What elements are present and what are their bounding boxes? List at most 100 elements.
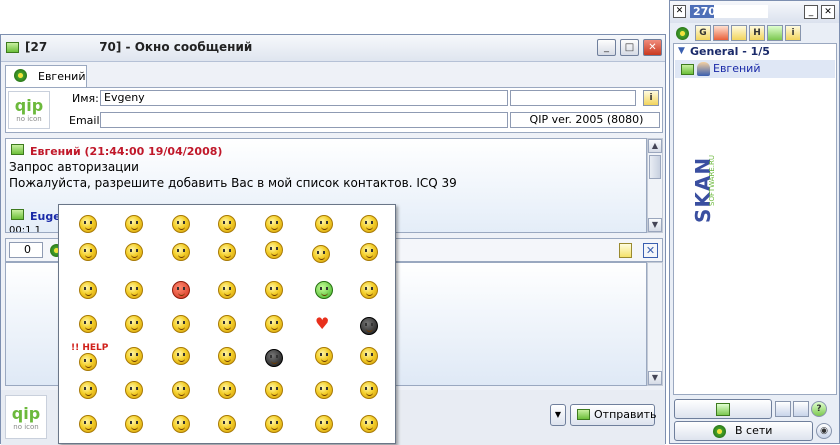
bomb-icon[interactable] bbox=[360, 317, 378, 335]
name-field[interactable]: Evgeny bbox=[100, 90, 508, 106]
smiley-icon[interactable] bbox=[265, 315, 283, 333]
smiley-icon[interactable] bbox=[79, 281, 97, 299]
smiley-icon[interactable] bbox=[125, 281, 143, 299]
devil-smiley-icon[interactable] bbox=[172, 281, 190, 299]
help-smiley-icon[interactable] bbox=[79, 353, 97, 371]
scroll-down-button[interactable]: ▼ bbox=[648, 218, 662, 232]
qip-logo: qip no icon bbox=[5, 395, 47, 439]
smiley-icon[interactable] bbox=[172, 381, 190, 399]
smiley-icon[interactable] bbox=[265, 215, 283, 233]
smiley-icon[interactable] bbox=[172, 215, 190, 233]
search-icon[interactable] bbox=[775, 401, 791, 417]
contact-status-icon bbox=[681, 64, 694, 75]
smiley-icon[interactable] bbox=[125, 315, 143, 333]
new-note-icon[interactable] bbox=[619, 243, 632, 258]
smiley-icon[interactable] bbox=[360, 347, 378, 365]
sick-smiley-icon[interactable] bbox=[315, 281, 333, 299]
headphones-smiley-icon[interactable] bbox=[218, 281, 236, 299]
tab-label: Евгений bbox=[38, 70, 86, 83]
eye-icon[interactable]: ◉ bbox=[816, 423, 832, 439]
info-icon[interactable]: i bbox=[643, 90, 659, 106]
message-icon bbox=[11, 144, 24, 155]
users-icon[interactable] bbox=[731, 25, 747, 41]
smiley-icon[interactable] bbox=[265, 415, 283, 433]
online-status-icon bbox=[14, 69, 27, 82]
main-menu-icon bbox=[716, 403, 730, 416]
smiley-icon[interactable] bbox=[172, 415, 190, 433]
heart-icon[interactable]: ♥ bbox=[315, 316, 329, 332]
smiley-picker[interactable]: ♥ !! HELP bbox=[58, 204, 396, 444]
smiley-icon[interactable] bbox=[218, 243, 236, 261]
title-bar[interactable]: [27 70] - Окно сообщений _ □ ✕ bbox=[1, 35, 665, 62]
extra-field[interactable] bbox=[510, 90, 636, 106]
smiley-icon[interactable] bbox=[360, 281, 378, 299]
email-field[interactable] bbox=[100, 112, 508, 128]
smiley-icon[interactable] bbox=[315, 415, 333, 433]
smiley-icon[interactable] bbox=[218, 347, 236, 365]
close-input-icon[interactable]: ✕ bbox=[643, 243, 658, 258]
smiley-icon[interactable] bbox=[172, 315, 190, 333]
contact-list-title-bar[interactable]: ✕ 270 _ ✕ bbox=[670, 1, 839, 23]
smiley-icon[interactable] bbox=[218, 315, 236, 333]
smiley-icon[interactable] bbox=[79, 415, 97, 433]
maximize-button[interactable]: □ bbox=[620, 39, 639, 56]
contact-info-panel: qip no icon Имя: Evgeny i Email: QIP ver… bbox=[5, 87, 663, 133]
smiley-icon[interactable] bbox=[360, 415, 378, 433]
smiley-icon[interactable] bbox=[315, 347, 333, 365]
scroll-down-button[interactable]: ▼ bbox=[648, 371, 662, 385]
groups-icon[interactable]: G bbox=[695, 25, 711, 41]
smiley-icon[interactable] bbox=[315, 381, 333, 399]
smiley-icon[interactable] bbox=[79, 215, 97, 233]
minimize-icon[interactable]: _ bbox=[804, 5, 818, 19]
smiley-icon[interactable] bbox=[360, 243, 378, 261]
contact-row[interactable]: Евгений bbox=[675, 60, 835, 78]
sunglasses-smiley-icon[interactable] bbox=[315, 215, 333, 233]
smiley-icon[interactable] bbox=[125, 347, 143, 365]
scroll-up-button[interactable]: ▲ bbox=[648, 139, 662, 153]
smiley-icon[interactable] bbox=[79, 315, 97, 333]
send-button[interactable]: Отправить bbox=[570, 404, 657, 426]
send-options-dropdown[interactable]: ▼ bbox=[550, 404, 566, 426]
smiley-icon[interactable] bbox=[125, 215, 143, 233]
status-label: В сети bbox=[735, 424, 773, 437]
help-icon[interactable]: ? bbox=[811, 401, 827, 417]
scroll-thumb[interactable] bbox=[649, 155, 661, 179]
close-button[interactable]: ✕ bbox=[643, 39, 662, 56]
status-button[interactable]: В сети bbox=[674, 421, 813, 441]
smiley-icon[interactable] bbox=[172, 347, 190, 365]
chevron-down-icon[interactable]: ▼ bbox=[678, 46, 685, 56]
smiley-icon[interactable] bbox=[265, 381, 283, 399]
smiley-icon[interactable] bbox=[79, 243, 97, 261]
settings-icon[interactable] bbox=[793, 401, 809, 417]
smiley-icon[interactable] bbox=[125, 243, 143, 261]
status-flower-icon[interactable] bbox=[676, 27, 689, 40]
smiley-icon[interactable] bbox=[79, 381, 97, 399]
smiley-icon[interactable] bbox=[265, 241, 283, 259]
smiley-icon[interactable] bbox=[172, 243, 190, 261]
main-menu-button[interactable] bbox=[674, 399, 772, 419]
client-version: QIP ver. 2005 (8080) bbox=[510, 112, 660, 128]
dark-smiley-icon[interactable] bbox=[265, 349, 283, 367]
kiss-smiley-icon[interactable] bbox=[265, 281, 283, 299]
smiley-icon[interactable] bbox=[218, 215, 236, 233]
smiley-icon[interactable] bbox=[360, 381, 378, 399]
smiley-icon[interactable] bbox=[312, 245, 330, 263]
history-icon[interactable]: H bbox=[749, 25, 765, 41]
info-icon[interactable]: i bbox=[785, 25, 801, 41]
minimize-button[interactable]: _ bbox=[597, 39, 616, 56]
group-label[interactable]: General - 1/5 bbox=[690, 45, 770, 58]
smiley-icon[interactable] bbox=[218, 415, 236, 433]
smiley-icon[interactable] bbox=[360, 215, 378, 233]
input-scrollbar[interactable]: ▼ bbox=[647, 262, 663, 386]
close-window-icon[interactable]: ✕ bbox=[821, 5, 835, 19]
history-scrollbar[interactable]: ▲ ▼ bbox=[647, 138, 663, 233]
tab-contact[interactable]: Евгений bbox=[5, 65, 87, 87]
close-icon[interactable]: ✕ bbox=[673, 5, 686, 18]
add-contact-icon[interactable] bbox=[767, 25, 783, 41]
ignore-icon[interactable] bbox=[713, 25, 729, 41]
smiley-icon[interactable] bbox=[125, 415, 143, 433]
smiley-icon[interactable] bbox=[218, 381, 236, 399]
qip-logo: qip no icon bbox=[8, 91, 50, 129]
message-icon bbox=[11, 209, 24, 220]
smiley-icon[interactable] bbox=[125, 381, 143, 399]
